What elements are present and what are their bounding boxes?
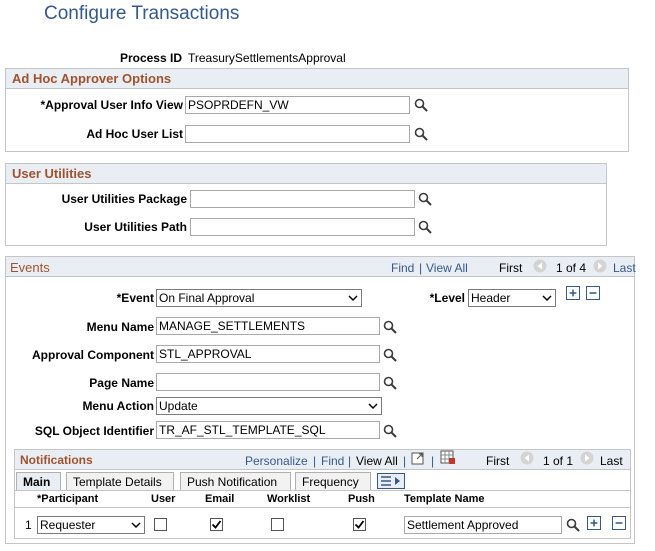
previous-icon[interactable]	[533, 259, 547, 273]
process-id-value: TreasurySettlementsApproval	[188, 51, 346, 65]
notifications-first-label: First	[486, 454, 510, 468]
lookup-icon[interactable]	[414, 127, 428, 141]
approval-user-info-label: *Approval User Info View	[40, 98, 183, 112]
remove-event-icon[interactable]	[586, 286, 600, 300]
approval-component-label: Approval Component	[32, 348, 154, 362]
col-template-name: Template Name	[404, 493, 485, 505]
utilities-package-label: User Utilities Package	[61, 192, 187, 206]
row-number: 1	[25, 518, 32, 532]
previous-icon[interactable]	[520, 451, 534, 465]
add-row-icon[interactable]	[587, 516, 601, 530]
notifications-view-all[interactable]: View All	[356, 454, 398, 468]
participant-select[interactable]: Requester	[37, 516, 145, 534]
events-first-label: First	[499, 261, 523, 275]
tab-push-notification[interactable]: Push Notification	[180, 472, 291, 490]
process-id-label: Process ID	[119, 51, 182, 65]
email-checkbox[interactable]	[210, 518, 223, 531]
separator: |	[431, 454, 435, 468]
menu-action-select-value: Update	[159, 399, 198, 413]
separator: |	[313, 454, 317, 468]
approval-component-input[interactable]: STL_APPROVAL	[156, 345, 380, 363]
level-label: *Level	[429, 291, 465, 305]
approval-user-info-input[interactable]: PSOPRDEFN_VW	[185, 96, 410, 114]
col-push: Push	[348, 493, 375, 505]
notifications-last-label: Last	[600, 454, 623, 468]
level-select-value: Header	[471, 291, 511, 305]
chevron-down-icon	[542, 295, 552, 302]
template-name-input[interactable]: Settlement Approved	[404, 516, 562, 534]
col-worklist: Worklist	[267, 493, 311, 505]
events-view-all-link[interactable]: View All	[426, 261, 468, 275]
tab-frequency[interactable]: Frequency	[295, 472, 371, 490]
utilities-package-input[interactable]	[190, 190, 415, 208]
next-icon[interactable]	[580, 451, 594, 465]
lookup-icon[interactable]	[414, 98, 428, 112]
menu-action-select[interactable]: Update	[156, 397, 382, 415]
notifications-header: Notifications	[20, 453, 93, 467]
checkmark-icon	[211, 520, 222, 529]
menu-name-input[interactable]: MANAGE_SETTLEMENTS	[156, 317, 380, 335]
utilities-path-input[interactable]	[190, 218, 415, 236]
page-name-label: Page Name	[89, 376, 154, 390]
tab-template-details[interactable]: Template Details	[66, 472, 174, 490]
events-last-link[interactable]: Last	[613, 261, 636, 275]
personalize-link[interactable]: Personalize	[245, 454, 308, 468]
lookup-icon[interactable]	[418, 192, 432, 206]
show-all-columns-icon[interactable]	[377, 473, 405, 489]
checkmark-icon	[354, 520, 365, 529]
level-select[interactable]: Header	[468, 289, 556, 307]
adhoc-user-list-input[interactable]	[185, 125, 410, 143]
col-participant: *Participant	[37, 493, 99, 505]
add-event-icon[interactable]	[566, 286, 580, 300]
lookup-icon[interactable]	[566, 518, 580, 532]
lookup-icon[interactable]	[383, 376, 397, 390]
separator: |	[419, 261, 423, 275]
events-header: Events	[10, 260, 50, 275]
page-name-input[interactable]	[156, 373, 380, 391]
sql-object-label: SQL Object Identifier	[34, 424, 154, 438]
chevron-down-icon	[348, 295, 358, 302]
notifications-find-link[interactable]: Find	[321, 454, 344, 468]
menu-name-label: Menu Name	[86, 320, 154, 334]
col-email: Email	[205, 493, 235, 505]
event-label: *Event	[116, 291, 154, 305]
events-count: 1 of 4	[556, 261, 587, 275]
event-select-value: On Final Approval	[159, 291, 255, 305]
separator: |	[348, 454, 352, 468]
separator: |	[403, 454, 407, 468]
page-title: Configure Transactions	[44, 3, 240, 24]
sql-object-input[interactable]: TR_AF_STL_TEMPLATE_SQL	[156, 421, 380, 439]
delete-row-icon[interactable]	[612, 516, 626, 530]
next-icon[interactable]	[593, 259, 607, 273]
utilities-path-label: User Utilities Path	[84, 220, 187, 234]
adhoc-section-header: Ad Hoc Approver Options	[6, 69, 628, 89]
menu-action-label: Menu Action	[82, 399, 154, 413]
utilities-section-header: User Utilities	[6, 164, 606, 184]
lookup-icon[interactable]	[383, 320, 397, 334]
zoom-grid-icon[interactable]	[411, 451, 425, 465]
notifications-count: 1 of 1	[543, 454, 574, 468]
participant-select-value: Requester	[40, 518, 96, 532]
event-select[interactable]: On Final Approval	[156, 289, 362, 307]
tab-main[interactable]: Main	[16, 472, 61, 490]
worklist-checkbox[interactable]	[271, 518, 284, 531]
push-checkbox[interactable]	[353, 518, 366, 531]
chevron-down-icon	[368, 403, 378, 410]
lookup-icon[interactable]	[418, 220, 432, 234]
col-user: User	[151, 493, 176, 505]
download-spreadsheet-icon[interactable]	[440, 450, 456, 465]
lookup-icon[interactable]	[383, 348, 397, 362]
chevron-down-icon	[131, 522, 141, 529]
adhoc-user-list-label: Ad Hoc User List	[86, 127, 183, 141]
user-checkbox[interactable]	[154, 518, 167, 531]
lookup-icon[interactable]	[383, 424, 397, 438]
events-find-link[interactable]: Find	[391, 261, 414, 275]
column-header-row	[15, 490, 630, 508]
